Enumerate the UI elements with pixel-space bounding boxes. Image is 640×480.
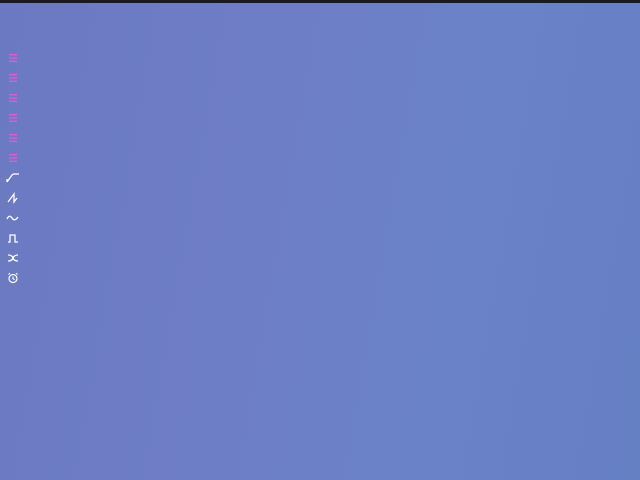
shuffle-button[interactable] bbox=[4, 250, 22, 266]
top-bar bbox=[0, 0, 640, 3]
square-pulse-button[interactable] bbox=[4, 230, 22, 246]
menu-button-4[interactable] bbox=[4, 110, 22, 126]
ramp-up-icon bbox=[6, 173, 19, 183]
shuffle-icon bbox=[7, 254, 19, 262]
alarm-clock-button[interactable] bbox=[4, 270, 22, 286]
menu-icon bbox=[9, 134, 17, 142]
menu-button-5[interactable] bbox=[4, 130, 22, 146]
menu-icon bbox=[9, 94, 17, 102]
menu-button-3[interactable] bbox=[4, 90, 22, 106]
alarm-clock-icon bbox=[8, 272, 18, 284]
menu-icon bbox=[9, 154, 17, 162]
menu-icon bbox=[9, 74, 17, 82]
menu-icon bbox=[9, 54, 17, 62]
menu-button-2[interactable] bbox=[4, 70, 22, 86]
menu-icon bbox=[9, 114, 17, 122]
sine-wave-button[interactable] bbox=[4, 210, 22, 226]
menu-button-1[interactable] bbox=[4, 50, 22, 66]
square-pulse-icon bbox=[8, 234, 18, 243]
menu-button-6[interactable] bbox=[4, 150, 22, 166]
sine-wave-icon bbox=[6, 215, 19, 221]
ramp-up-button[interactable] bbox=[4, 170, 22, 186]
sawtooth-button[interactable] bbox=[4, 190, 22, 206]
sawtooth-icon bbox=[7, 192, 18, 204]
